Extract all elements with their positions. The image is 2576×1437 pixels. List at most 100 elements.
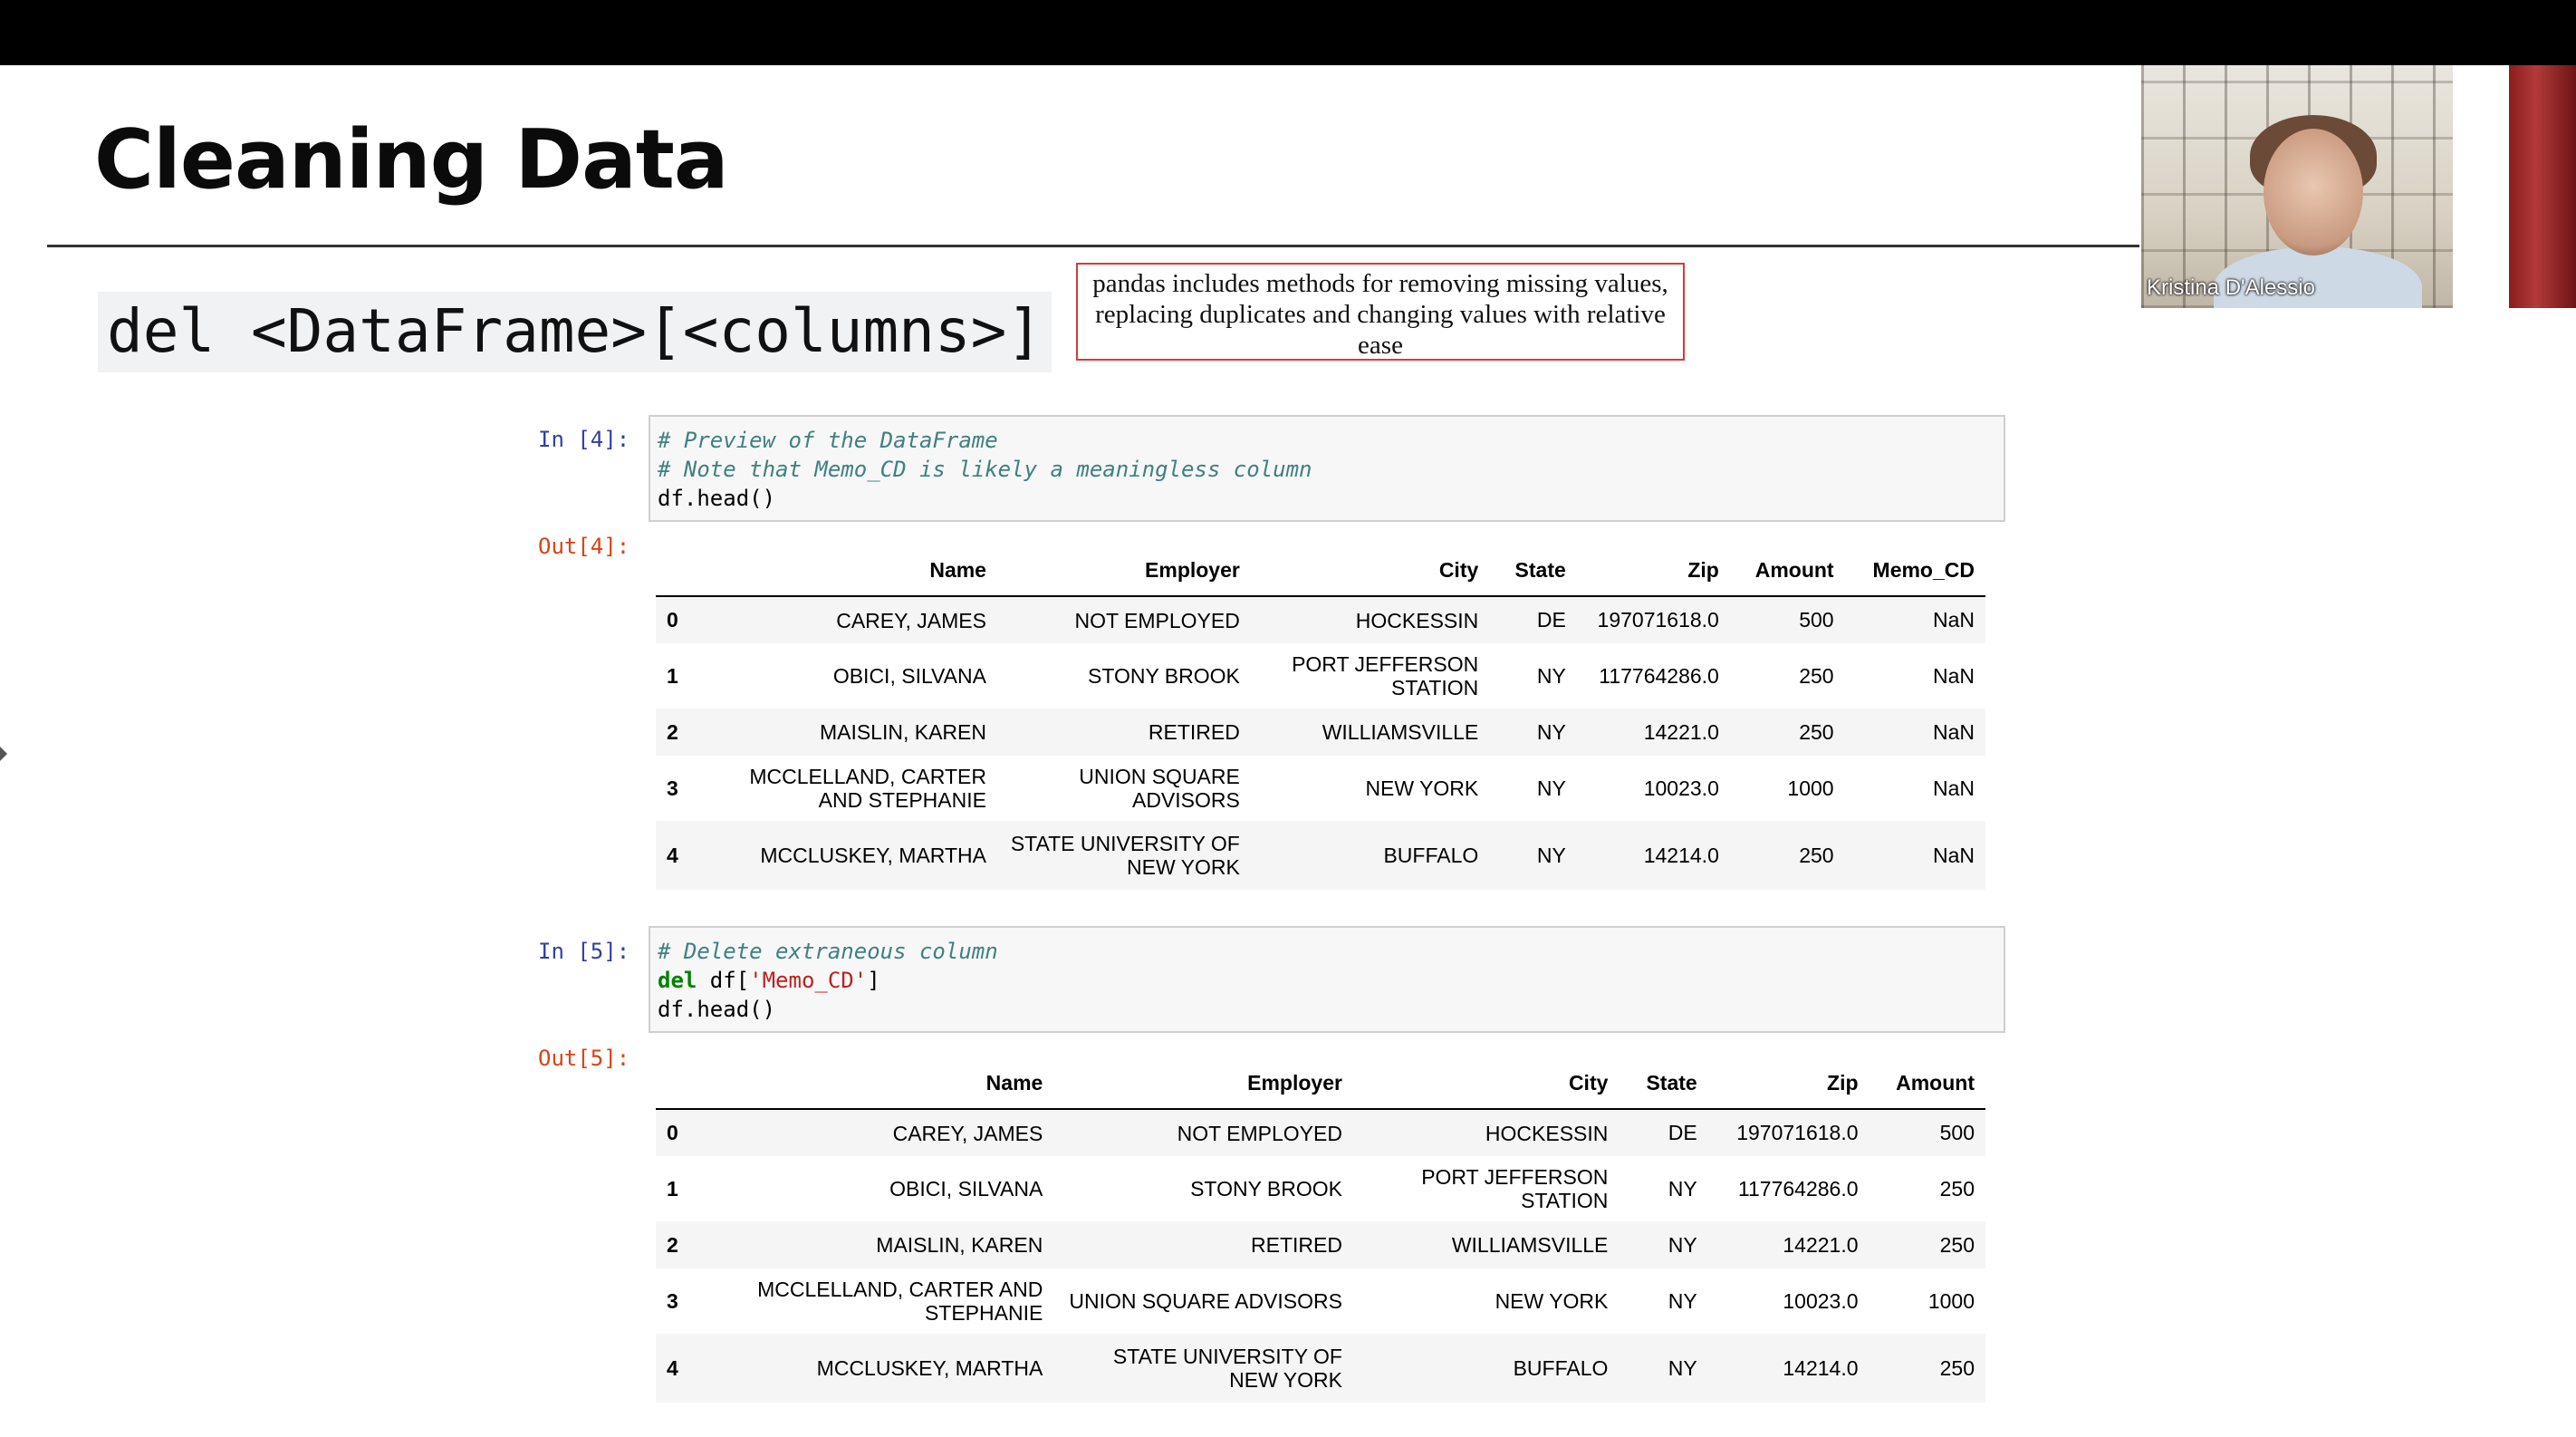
code-line: df.head() xyxy=(658,997,776,1022)
table-cell: NaN xyxy=(1932,608,1975,632)
table-cell: 14214.0 xyxy=(1643,843,1719,867)
column-header: Name xyxy=(706,549,997,597)
row-index: 4 xyxy=(667,843,678,867)
row-index: 2 xyxy=(667,719,678,744)
table-row: 1 OBICI, SILVANA STONY BROOK PORT JEFFERSON… xyxy=(656,1156,1985,1221)
code-comment-line: # Preview of the DataFrame xyxy=(658,428,998,453)
table-cell: NOT EMPLOYED xyxy=(1177,1121,1342,1145)
top-black-bar xyxy=(0,0,2576,65)
row-index: 4 xyxy=(667,1355,678,1380)
table-cell: NaN xyxy=(1932,843,1975,867)
table-cell: STONY BROOK xyxy=(1087,664,1240,688)
table-cell: DE xyxy=(1668,1121,1697,1144)
row-index: 1 xyxy=(667,663,678,688)
cell-5-code[interactable]: # Delete extraneous column del df['Memo_… xyxy=(649,926,2005,1033)
table-cell: STATE UNIVERSITY OF NEW YORK xyxy=(1010,832,1240,879)
code-comment-line: # Note that Memo_CD is likely a meaningl… xyxy=(658,457,1312,482)
table-cell: 250 xyxy=(1799,719,1834,744)
row-index: 0 xyxy=(667,1121,678,1144)
webcam-video: Kristina D'Alessio xyxy=(2141,65,2453,308)
table-cell: 250 xyxy=(1939,1232,1975,1257)
table-cell: OBICI, SILVANA xyxy=(889,1177,1043,1201)
table-cell: NY xyxy=(1668,1288,1697,1313)
table-cell: MCCLELLAND, CARTER AND STEPHANIE xyxy=(757,1278,1043,1325)
table-row: 0 CAREY, JAMES NOT EMPLOYED HOCKESSIN DE 1970… xyxy=(656,596,1985,643)
table-cell: MAISLIN, KAREN xyxy=(819,720,986,744)
row-index: 2 xyxy=(667,1232,678,1257)
code-string: 'Memo_CD' xyxy=(749,968,868,993)
table-cell: UNION SQUARE ADVISORS xyxy=(1079,765,1240,812)
table-cell: NY xyxy=(1536,843,1566,867)
table-cell: CAREY, JAMES xyxy=(836,608,986,632)
keyword-del: del xyxy=(658,968,697,993)
table-row: 0 CAREY, JAMES NOT EMPLOYED HOCKESSIN DE 1970… xyxy=(656,1109,1985,1156)
table-cell: STONY BROOK xyxy=(1190,1177,1342,1201)
cell-4-in-prompt: In [4]: xyxy=(538,427,630,452)
column-header xyxy=(656,1062,708,1110)
table-cell: 117764286.0 xyxy=(1737,1176,1859,1201)
table-cell: MCCLUSKEY, MARTHA xyxy=(816,1356,1043,1380)
column-header: Amount xyxy=(1869,1062,1985,1110)
code-comment-line: # Delete extraneous column xyxy=(658,939,998,964)
code-token: df[ xyxy=(697,968,750,993)
syntax-snippet: del <DataFrame>[<columns>] xyxy=(98,292,1053,372)
title-divider xyxy=(47,245,2139,247)
presenter-face xyxy=(2264,129,2363,256)
table-cell: 250 xyxy=(1799,663,1834,688)
table-cell: 1000 xyxy=(1927,1288,1975,1313)
table-row: 3 MCCLELLAND, CARTER AND STEPHANIE UNION S… xyxy=(656,756,1985,821)
table-row: 4 MCCLUSKEY, MARTHA STATE UNIVERSITY OF NE… xyxy=(656,1334,1985,1403)
table-row: 1 OBICI, SILVANA STONY BROOK PORT JEFFERSON… xyxy=(656,643,1985,709)
column-header: Zip xyxy=(1576,549,1730,597)
table-cell: 500 xyxy=(1799,608,1834,632)
code-line: df.head() xyxy=(658,486,776,511)
table-cell: 250 xyxy=(1799,843,1834,867)
table-cell: NOT EMPLOYED xyxy=(1074,608,1240,632)
table-cell: MCCLUSKEY, MARTHA xyxy=(760,844,986,867)
table-cell: 10023.0 xyxy=(1783,1288,1859,1313)
table-cell: NY xyxy=(1668,1355,1697,1380)
column-header: Employer xyxy=(996,549,1251,597)
table-cell: OBICI, SILVANA xyxy=(832,664,986,688)
table-cell: NY xyxy=(1536,719,1566,744)
table-cell: CAREY, JAMES xyxy=(892,1121,1043,1145)
code-line: del df['Memo_CD'] xyxy=(658,966,1996,995)
table-cell: UNION SQUARE ADVISORS xyxy=(1069,1289,1342,1313)
annotation-note: pandas includes methods for removing mis… xyxy=(1076,263,1685,361)
column-header: Employer xyxy=(1053,1062,1353,1110)
table-row: 2 MAISLIN, KAREN RETIRED WILLIAMSVILLE NY 142… xyxy=(656,1221,1985,1268)
table-cell: NY xyxy=(1536,663,1566,688)
column-header: City xyxy=(1352,1062,1620,1110)
cell-4-code[interactable]: # Preview of the DataFrame # Note that M… xyxy=(649,415,2005,522)
row-index: 0 xyxy=(667,608,678,632)
table-cell: NaN xyxy=(1932,663,1975,688)
column-header: City xyxy=(1250,549,1490,597)
table-cell: WILLIAMSVILLE xyxy=(1451,1233,1609,1257)
table-cell: NY xyxy=(1668,1232,1697,1257)
table-cell: MAISLIN, KAREN xyxy=(876,1233,1043,1257)
column-header: Zip xyxy=(1707,1062,1870,1110)
row-index: 1 xyxy=(667,1176,678,1201)
column-header: Amount xyxy=(1729,549,1845,597)
table-cell: WILLIAMSVILLE xyxy=(1322,720,1479,744)
table-cell: NEW YORK xyxy=(1365,776,1479,800)
table-cell: 14221.0 xyxy=(1783,1232,1859,1257)
column-header: Name xyxy=(707,1062,1054,1110)
row-index: 3 xyxy=(667,776,678,800)
column-header xyxy=(656,549,706,597)
table-cell: 1000 xyxy=(1787,776,1834,800)
table-row: 2 MAISLIN, KAREN RETIRED WILLIAMSVILLE NY 142… xyxy=(656,709,1985,756)
mouse-cursor xyxy=(0,747,7,761)
table-cell: 250 xyxy=(1939,1176,1975,1201)
table-cell: BUFFALO xyxy=(1383,844,1479,867)
code-token: ] xyxy=(867,968,880,993)
table-cell: 197071618.0 xyxy=(1597,608,1719,632)
table-cell: BUFFALO xyxy=(1513,1356,1609,1380)
table-cell: 500 xyxy=(1939,1121,1975,1144)
table-cell: 10023.0 xyxy=(1643,776,1719,800)
column-header: Memo_CD xyxy=(1844,549,1985,597)
table-cell: MCCLELLAND, CARTER AND STEPHANIE xyxy=(749,765,986,812)
table-cell: 14214.0 xyxy=(1783,1355,1859,1380)
table-cell: NEW YORK xyxy=(1495,1289,1609,1313)
dataframe-table-cleaned: Name Employer City State Zip Amount 0 CAREY, JA… xyxy=(656,1062,1985,1403)
